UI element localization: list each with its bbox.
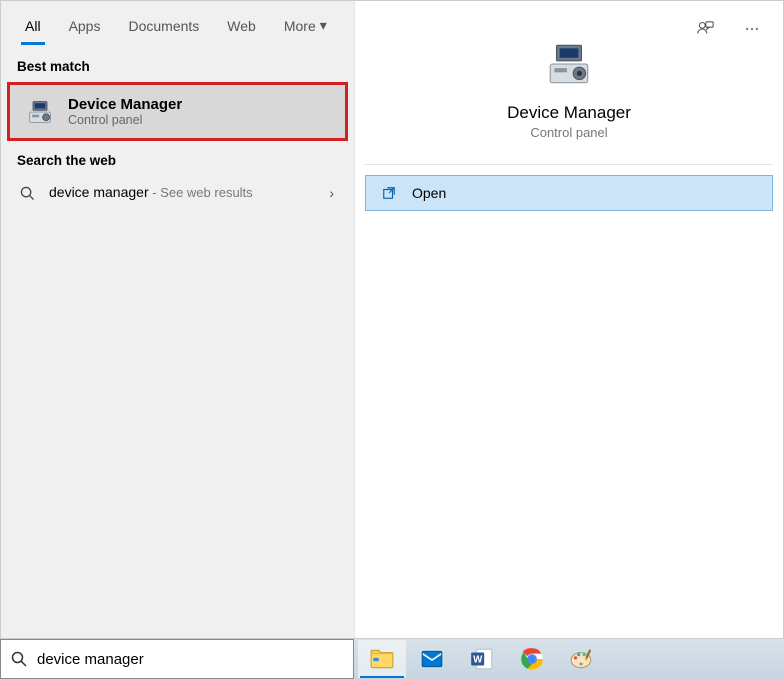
search-icon bbox=[11, 651, 27, 667]
svg-text:W: W bbox=[473, 654, 483, 665]
best-match-header: Best match bbox=[1, 49, 354, 80]
chrome-icon bbox=[519, 646, 545, 672]
tab-all[interactable]: All bbox=[11, 6, 55, 45]
device-manager-icon bbox=[26, 98, 54, 126]
chevron-down-icon: ▾ bbox=[320, 17, 327, 34]
best-match-title: Device Manager bbox=[68, 96, 182, 113]
open-label: Open bbox=[412, 185, 446, 201]
file-explorer-icon bbox=[369, 646, 395, 672]
more-options-icon[interactable] bbox=[736, 13, 768, 45]
chevron-right-icon: › bbox=[329, 185, 338, 201]
search-web-header: Search the web bbox=[1, 143, 354, 174]
word-icon: W bbox=[469, 646, 495, 672]
tab-apps[interactable]: Apps bbox=[55, 6, 115, 45]
web-search-result[interactable]: device manager - See web results › bbox=[1, 174, 354, 212]
web-query: device manager bbox=[49, 184, 149, 200]
tab-documents[interactable]: Documents bbox=[114, 6, 213, 45]
taskbar-explorer[interactable] bbox=[358, 640, 406, 678]
web-hint: - See web results bbox=[149, 185, 253, 200]
open-action[interactable]: Open bbox=[365, 175, 773, 211]
best-match-subtitle: Control panel bbox=[68, 113, 182, 127]
search-icon bbox=[17, 186, 37, 201]
tab-web[interactable]: Web bbox=[213, 6, 270, 45]
taskbar-paint[interactable] bbox=[558, 640, 606, 678]
feedback-icon[interactable] bbox=[688, 12, 722, 46]
taskbar-word[interactable]: W bbox=[458, 640, 506, 678]
mail-icon bbox=[419, 646, 445, 672]
preview-subtitle: Control panel bbox=[530, 125, 607, 140]
taskbar: W bbox=[354, 639, 784, 679]
best-match-result[interactable]: Device Manager Control panel bbox=[7, 82, 348, 141]
search-filter-tabs: All Apps Documents Web More ▾ bbox=[1, 1, 354, 49]
search-input[interactable] bbox=[37, 651, 343, 668]
taskbar-mail[interactable] bbox=[408, 640, 456, 678]
taskbar-chrome[interactable] bbox=[508, 640, 556, 678]
search-box[interactable] bbox=[0, 639, 354, 679]
device-manager-icon bbox=[544, 39, 594, 89]
open-icon bbox=[382, 186, 400, 200]
preview-title: Device Manager bbox=[507, 103, 631, 123]
paint-icon bbox=[569, 646, 595, 672]
tab-more[interactable]: More ▾ bbox=[270, 5, 341, 45]
